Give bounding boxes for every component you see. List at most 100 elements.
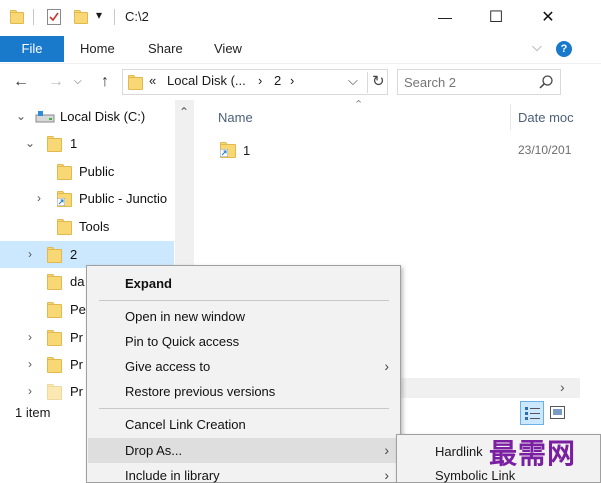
expand-ribbon-icon[interactable]: ⌵ — [532, 39, 542, 55]
folder-icon — [47, 247, 63, 263]
submenu-arrow-icon: › — [384, 442, 389, 458]
address-row: ← → ⌵ ↑ « Local Disk (... › 2 › ⌵ ↻ — [0, 63, 601, 100]
refresh-icon[interactable]: ↻ — [367, 72, 385, 93]
breadcrumb-overflow[interactable]: « — [149, 73, 156, 88]
nav-item-tools[interactable]: Tools — [0, 213, 174, 240]
nav-item-2[interactable]: › 2 — [0, 241, 174, 268]
nav-item-label: Pr — [70, 330, 83, 345]
chevron-right-icon[interactable]: › — [24, 330, 36, 344]
nav-item-label: Public - Junctio — [79, 191, 168, 206]
separator — [114, 9, 115, 25]
drive-icon — [35, 110, 55, 124]
search-box[interactable] — [397, 69, 561, 95]
window-title: C:\2 — [125, 9, 149, 24]
nav-item-1[interactable]: ⌄ 1 — [0, 130, 174, 157]
folder-icon — [57, 219, 73, 235]
nav-item-label: Tools — [79, 219, 110, 234]
context-menu: Expand Open in new window Pin to Quick a… — [86, 265, 401, 483]
details-view-button[interactable] — [520, 401, 544, 425]
menu-separator — [99, 300, 389, 301]
menu-item-drop-as[interactable]: Drop As... › — [88, 438, 399, 463]
up-icon[interactable]: ↑ — [96, 72, 114, 92]
folder-icon — [47, 302, 63, 318]
folder-icon — [57, 164, 73, 180]
sort-indicator-icon: ⌃ — [354, 99, 364, 111]
nav-item-label: 2 — [70, 247, 78, 262]
details-view-icon — [525, 407, 540, 420]
chevron-right-icon[interactable]: › — [24, 384, 36, 398]
chevron-down-icon[interactable]: ⌄ — [24, 136, 36, 150]
nav-item-label: da — [70, 274, 85, 289]
item-count: 1 item — [15, 405, 51, 420]
quick-access-dropdown-icon[interactable]: ▾ — [96, 8, 102, 22]
scroll-right-icon[interactable]: › — [560, 379, 565, 395]
title-bar: ▾ C:\2 — ☐ ✕ — [0, 0, 601, 36]
nav-item-label: Pr — [70, 357, 83, 372]
close-icon: ✕ — [541, 9, 555, 26]
menu-item-open-new-window[interactable]: Open in new window — [88, 304, 399, 329]
column-divider[interactable] — [510, 104, 511, 130]
chevron-right-icon[interactable]: › — [24, 357, 36, 371]
nav-item-label: 1 — [70, 136, 78, 151]
new-folder-icon[interactable] — [74, 8, 90, 26]
junction-folder-icon — [57, 191, 73, 207]
large-icons-view-icon — [550, 406, 565, 419]
column-header-date-modified[interactable]: Date moc — [518, 108, 574, 128]
search-input[interactable] — [404, 73, 534, 91]
folder-icon — [10, 8, 26, 26]
breadcrumb-separator[interactable]: › — [290, 73, 294, 88]
chevron-right-icon[interactable]: › — [33, 191, 45, 205]
nav-item-label: Public — [79, 164, 115, 179]
ribbon-tabs: File Home Share View ⌵ ? — [0, 36, 601, 63]
address-dropdown-icon[interactable]: ⌵ — [348, 73, 358, 89]
menu-item-restore-versions[interactable]: Restore previous versions — [88, 379, 399, 404]
menu-item-label: Include in library — [125, 468, 220, 483]
junction-folder-icon — [220, 142, 238, 158]
menu-item-expand[interactable]: Expand — [88, 271, 399, 296]
large-icons-view-button[interactable] — [548, 403, 568, 423]
breadcrumb-local-disk[interactable]: Local Disk (... — [167, 73, 246, 88]
menu-item-label: Drop As... — [125, 443, 183, 458]
maximize-button[interactable]: ☐ — [473, 0, 519, 34]
forward-icon[interactable]: → — [47, 72, 65, 92]
nav-item-local-disk[interactable]: ⌄ Local Disk (C:) — [0, 103, 174, 130]
chevron-right-icon[interactable]: › — [24, 247, 36, 261]
menu-item-include-library[interactable]: Include in library › — [88, 463, 399, 483]
folder-icon — [47, 136, 63, 152]
nav-item-public[interactable]: Public — [0, 158, 174, 185]
file-row[interactable]: 1 23/10/201 — [214, 140, 601, 162]
nav-item-label: Pe — [70, 302, 86, 317]
minimize-icon: — — [438, 9, 452, 25]
search-icon[interactable] — [538, 74, 554, 90]
folder-icon — [47, 274, 63, 290]
scroll-up-icon[interactable]: ⌃ — [179, 105, 189, 119]
help-icon[interactable]: ? — [556, 41, 572, 57]
watermark-logo: 最需网 — [489, 437, 577, 470]
tab-view[interactable]: View — [214, 36, 242, 62]
minimize-button[interactable]: — — [422, 0, 468, 34]
tab-share[interactable]: Share — [148, 36, 183, 62]
menu-item-label: Give access to — [125, 359, 211, 374]
breadcrumb-separator[interactable]: › — [258, 73, 262, 88]
file-name: 1 — [243, 143, 251, 158]
address-bar[interactable]: « Local Disk (... › 2 › ⌵ ↻ — [122, 69, 388, 95]
close-button[interactable]: ✕ — [525, 0, 571, 34]
breadcrumb-2[interactable]: 2 — [274, 73, 281, 88]
submenu-arrow-icon: › — [384, 467, 389, 483]
submenu-arrow-icon: › — [384, 358, 389, 374]
column-header-name[interactable]: Name — [218, 108, 253, 128]
chevron-down-icon[interactable]: ⌄ — [15, 109, 27, 123]
folder-icon — [47, 357, 63, 373]
nav-item-public-junction[interactable]: › Public - Junctio — [0, 185, 174, 212]
menu-item-cancel-link-creation[interactable]: Cancel Link Creation — [88, 412, 399, 437]
tab-file[interactable]: File — [0, 36, 64, 62]
properties-icon[interactable] — [46, 8, 62, 26]
menu-item-give-access[interactable]: Give access to › — [88, 354, 399, 379]
back-icon[interactable]: ← — [12, 72, 30, 92]
tab-home[interactable]: Home — [80, 36, 115, 62]
menu-item-pin-quick-access[interactable]: Pin to Quick access — [88, 329, 399, 354]
nav-item-label: Local Disk (C:) — [60, 109, 146, 124]
file-date: 23/10/201 — [518, 143, 572, 157]
recent-locations-icon[interactable]: ⌵ — [74, 76, 82, 87]
separator — [33, 9, 34, 25]
